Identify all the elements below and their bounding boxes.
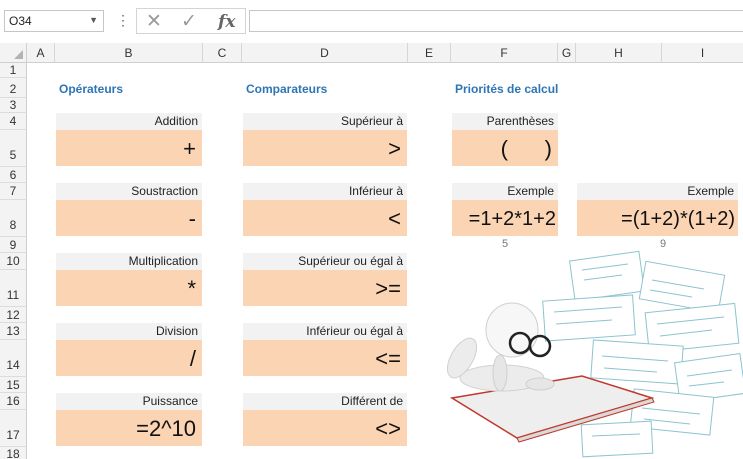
more-options-icon[interactable]: ⋮: [116, 12, 130, 29]
column-header-b[interactable]: B: [55, 43, 203, 63]
name-box[interactable]: O34 ▼: [4, 10, 104, 32]
formula-sheet: [542, 294, 636, 342]
row-header[interactable]: 8: [0, 200, 27, 237]
row-header[interactable]: 15: [0, 377, 27, 393]
select-all-corner[interactable]: [0, 43, 27, 63]
operator-label-cell[interactable]: Puissance: [56, 393, 202, 410]
column-header-h[interactable]: H: [576, 43, 662, 63]
column-header-f[interactable]: F: [451, 43, 558, 63]
column-header-e[interactable]: E: [408, 43, 451, 63]
comparator-label-cell[interactable]: Inférieur à: [243, 183, 407, 200]
parentheses-label-cell[interactable]: Parenthèses: [452, 113, 558, 130]
row-header[interactable]: 2: [0, 78, 27, 98]
column-header-g[interactable]: G: [558, 43, 576, 63]
example1-formula-cell[interactable]: =1+2*1+2: [452, 200, 558, 236]
comparator-symbol-cell[interactable]: <=: [243, 340, 407, 376]
column-header-a[interactable]: A: [27, 43, 55, 63]
column-header-i[interactable]: I: [662, 43, 743, 63]
row-header[interactable]: 18: [0, 447, 27, 459]
row-header[interactable]: 3: [0, 98, 27, 113]
operator-symbol-cell[interactable]: *: [56, 270, 202, 306]
comparator-symbol-cell[interactable]: <>: [243, 410, 407, 446]
parentheses-symbol-cell[interactable]: ( ): [452, 130, 558, 166]
section-title-priorites: Priorités de calcul: [455, 82, 559, 96]
operator-symbol-cell[interactable]: /: [56, 340, 202, 376]
row-header[interactable]: 13: [0, 323, 27, 340]
comparator-symbol-cell[interactable]: >=: [243, 270, 407, 306]
formula-sheet: [580, 420, 654, 458]
operator-label-cell[interactable]: Addition: [56, 113, 202, 130]
cancel-icon[interactable]: ✕: [146, 10, 162, 33]
section-title-operateurs: Opérateurs: [59, 82, 124, 96]
row-header[interactable]: 10: [0, 253, 27, 270]
row-header[interactable]: 6: [0, 167, 27, 183]
column-header-d[interactable]: D: [242, 43, 408, 63]
row-header[interactable]: 5: [0, 130, 27, 167]
section-title-comparateurs: Comparateurs: [246, 82, 328, 96]
operator-label-cell[interactable]: Division: [56, 323, 202, 340]
comparator-label-cell[interactable]: Supérieur ou égal à: [243, 253, 407, 270]
example2-label-cell[interactable]: Exemple: [577, 183, 738, 200]
formula-sheet: [590, 339, 684, 385]
row-header[interactable]: 9: [0, 237, 27, 253]
formula-buttons: ✕ ✓ fx: [136, 8, 246, 34]
row-header[interactable]: 16: [0, 393, 27, 410]
row-header[interactable]: 12: [0, 307, 27, 323]
row-header[interactable]: 4: [0, 113, 27, 130]
operator-symbol-cell[interactable]: +: [56, 130, 202, 166]
comparator-label-cell[interactable]: Différent de: [243, 393, 407, 410]
row-header[interactable]: 14: [0, 340, 27, 377]
row-header[interactable]: 7: [0, 183, 27, 200]
formula-bar: O34 ▼ ⋮ ✕ ✓ fx: [0, 0, 743, 38]
reading-figure-illustration: [446, 250, 743, 458]
comparator-label-cell[interactable]: Inférieur ou égal à: [243, 323, 407, 340]
comparator-label-cell[interactable]: Supérieur à: [243, 113, 407, 130]
row-header[interactable]: 11: [0, 270, 27, 307]
formula-input[interactable]: [249, 10, 743, 32]
operator-symbol-cell[interactable]: =2^10: [56, 410, 202, 446]
insert-function-icon[interactable]: fx: [218, 12, 235, 32]
row-header[interactable]: 17: [0, 410, 27, 447]
comparator-symbol-cell[interactable]: >: [243, 130, 407, 166]
comparator-symbol-cell[interactable]: <: [243, 200, 407, 236]
formula-sheet: [638, 260, 726, 314]
row-header[interactable]: 1: [0, 63, 27, 78]
example1-label-cell[interactable]: Exemple: [452, 183, 558, 200]
check-icon[interactable]: ✓: [181, 10, 197, 33]
operator-label-cell[interactable]: Soustraction: [56, 183, 202, 200]
column-header-c[interactable]: C: [203, 43, 242, 63]
example2-formula-cell[interactable]: =(1+2)*(1+2): [577, 200, 738, 236]
operator-symbol-cell[interactable]: -: [56, 200, 202, 236]
operator-label-cell[interactable]: Multiplication: [56, 253, 202, 270]
formula-sheet: [568, 250, 646, 302]
name-box-value: O34: [9, 14, 32, 28]
chevron-down-icon[interactable]: ▼: [89, 15, 98, 25]
